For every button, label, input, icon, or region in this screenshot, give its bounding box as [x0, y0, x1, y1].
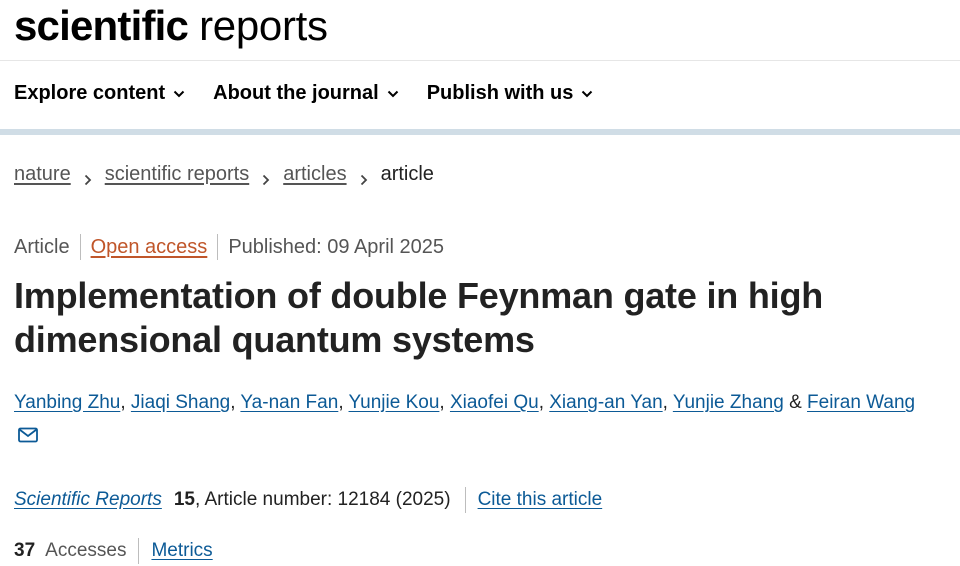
nav-item-label: Explore content: [14, 82, 166, 104]
author-link[interactable]: Yunjie Zhang: [673, 392, 784, 413]
nav-explore-content[interactable]: Explore content: [14, 82, 185, 105]
chevron-down-icon: [387, 88, 399, 100]
envelope-icon[interactable]: [18, 427, 38, 443]
nav-item-label: About the journal: [213, 82, 379, 104]
author-separator: ,: [230, 392, 236, 413]
breadcrumb: nature scientific reports articles artic…: [14, 163, 434, 186]
chevron-right-icon: [83, 169, 93, 185]
article-type: Article: [14, 235, 70, 258]
logo-word-reports: reports: [199, 2, 328, 49]
nav-item-label: Publish with us: [426, 82, 574, 104]
author-separator: ,: [120, 392, 126, 413]
cite-this-article-link[interactable]: Cite this article: [478, 489, 603, 511]
article-number: , Article number: 12184 (2025): [194, 489, 451, 510]
author-ampersand: &: [789, 392, 802, 413]
author-link[interactable]: Ya-nan Fan: [240, 392, 338, 413]
author-link[interactable]: Jiaqi Shang: [131, 392, 230, 413]
chevron-down-icon: [581, 88, 593, 100]
breadcrumb-nature[interactable]: nature: [14, 163, 71, 186]
site-logo[interactable]: scientific reports: [14, 2, 328, 52]
chevron-right-icon: [359, 169, 369, 185]
accesses-count: 37: [14, 540, 36, 561]
meta-divider: [79, 234, 81, 260]
open-access-link[interactable]: Open access: [91, 236, 208, 259]
author-link[interactable]: Feiran Wang: [807, 392, 915, 413]
nav-divider: [0, 129, 960, 135]
author-link[interactable]: Xiaofei Qu: [450, 392, 539, 413]
author-link[interactable]: Yunjie Kou: [349, 392, 440, 413]
citation-row: Scientific Reports 15, Article number: 1…: [14, 487, 602, 513]
article-meta: Article Open access Published: 09 April …: [14, 234, 444, 260]
metrics-row: 37 Accesses Metrics: [14, 538, 213, 564]
author-list: Yanbing Zhu, Jiaqi Shang, Ya-nan Fan, Yu…: [14, 391, 954, 415]
main-nav: Explore content About the journal Publis…: [14, 82, 621, 105]
author-link[interactable]: Yanbing Zhu: [14, 392, 120, 413]
journal-link[interactable]: Scientific Reports: [14, 489, 162, 511]
chevron-down-icon: [173, 88, 185, 100]
meta-divider: [217, 234, 219, 260]
volume-number: 15: [173, 489, 195, 510]
author-link[interactable]: Xiang-an Yan: [549, 392, 662, 413]
metrics-divider: [138, 538, 140, 564]
nav-publish-with-us[interactable]: Publish with us: [427, 82, 594, 105]
published-date: Published: 09 April 2025: [228, 235, 445, 258]
nav-about-the-journal[interactable]: About the journal: [213, 82, 399, 105]
logo-word-scientific: scientific: [14, 2, 189, 49]
breadcrumb-current: article: [380, 163, 434, 185]
author-separator: ,: [662, 392, 668, 413]
metrics-link[interactable]: Metrics: [151, 540, 212, 562]
header-divider: [0, 60, 960, 61]
breadcrumb-articles[interactable]: articles: [283, 163, 346, 186]
accesses-label: Accesses: [45, 540, 127, 561]
author-separator: ,: [439, 392, 445, 413]
author-separator: ,: [338, 392, 344, 413]
chevron-right-icon: [261, 169, 271, 185]
article-title: Implementation of double Feynman gate in…: [14, 275, 824, 360]
breadcrumb-scientific-reports[interactable]: scientific reports: [105, 163, 250, 186]
citation-divider: [464, 487, 466, 513]
author-separator: ,: [538, 392, 544, 413]
